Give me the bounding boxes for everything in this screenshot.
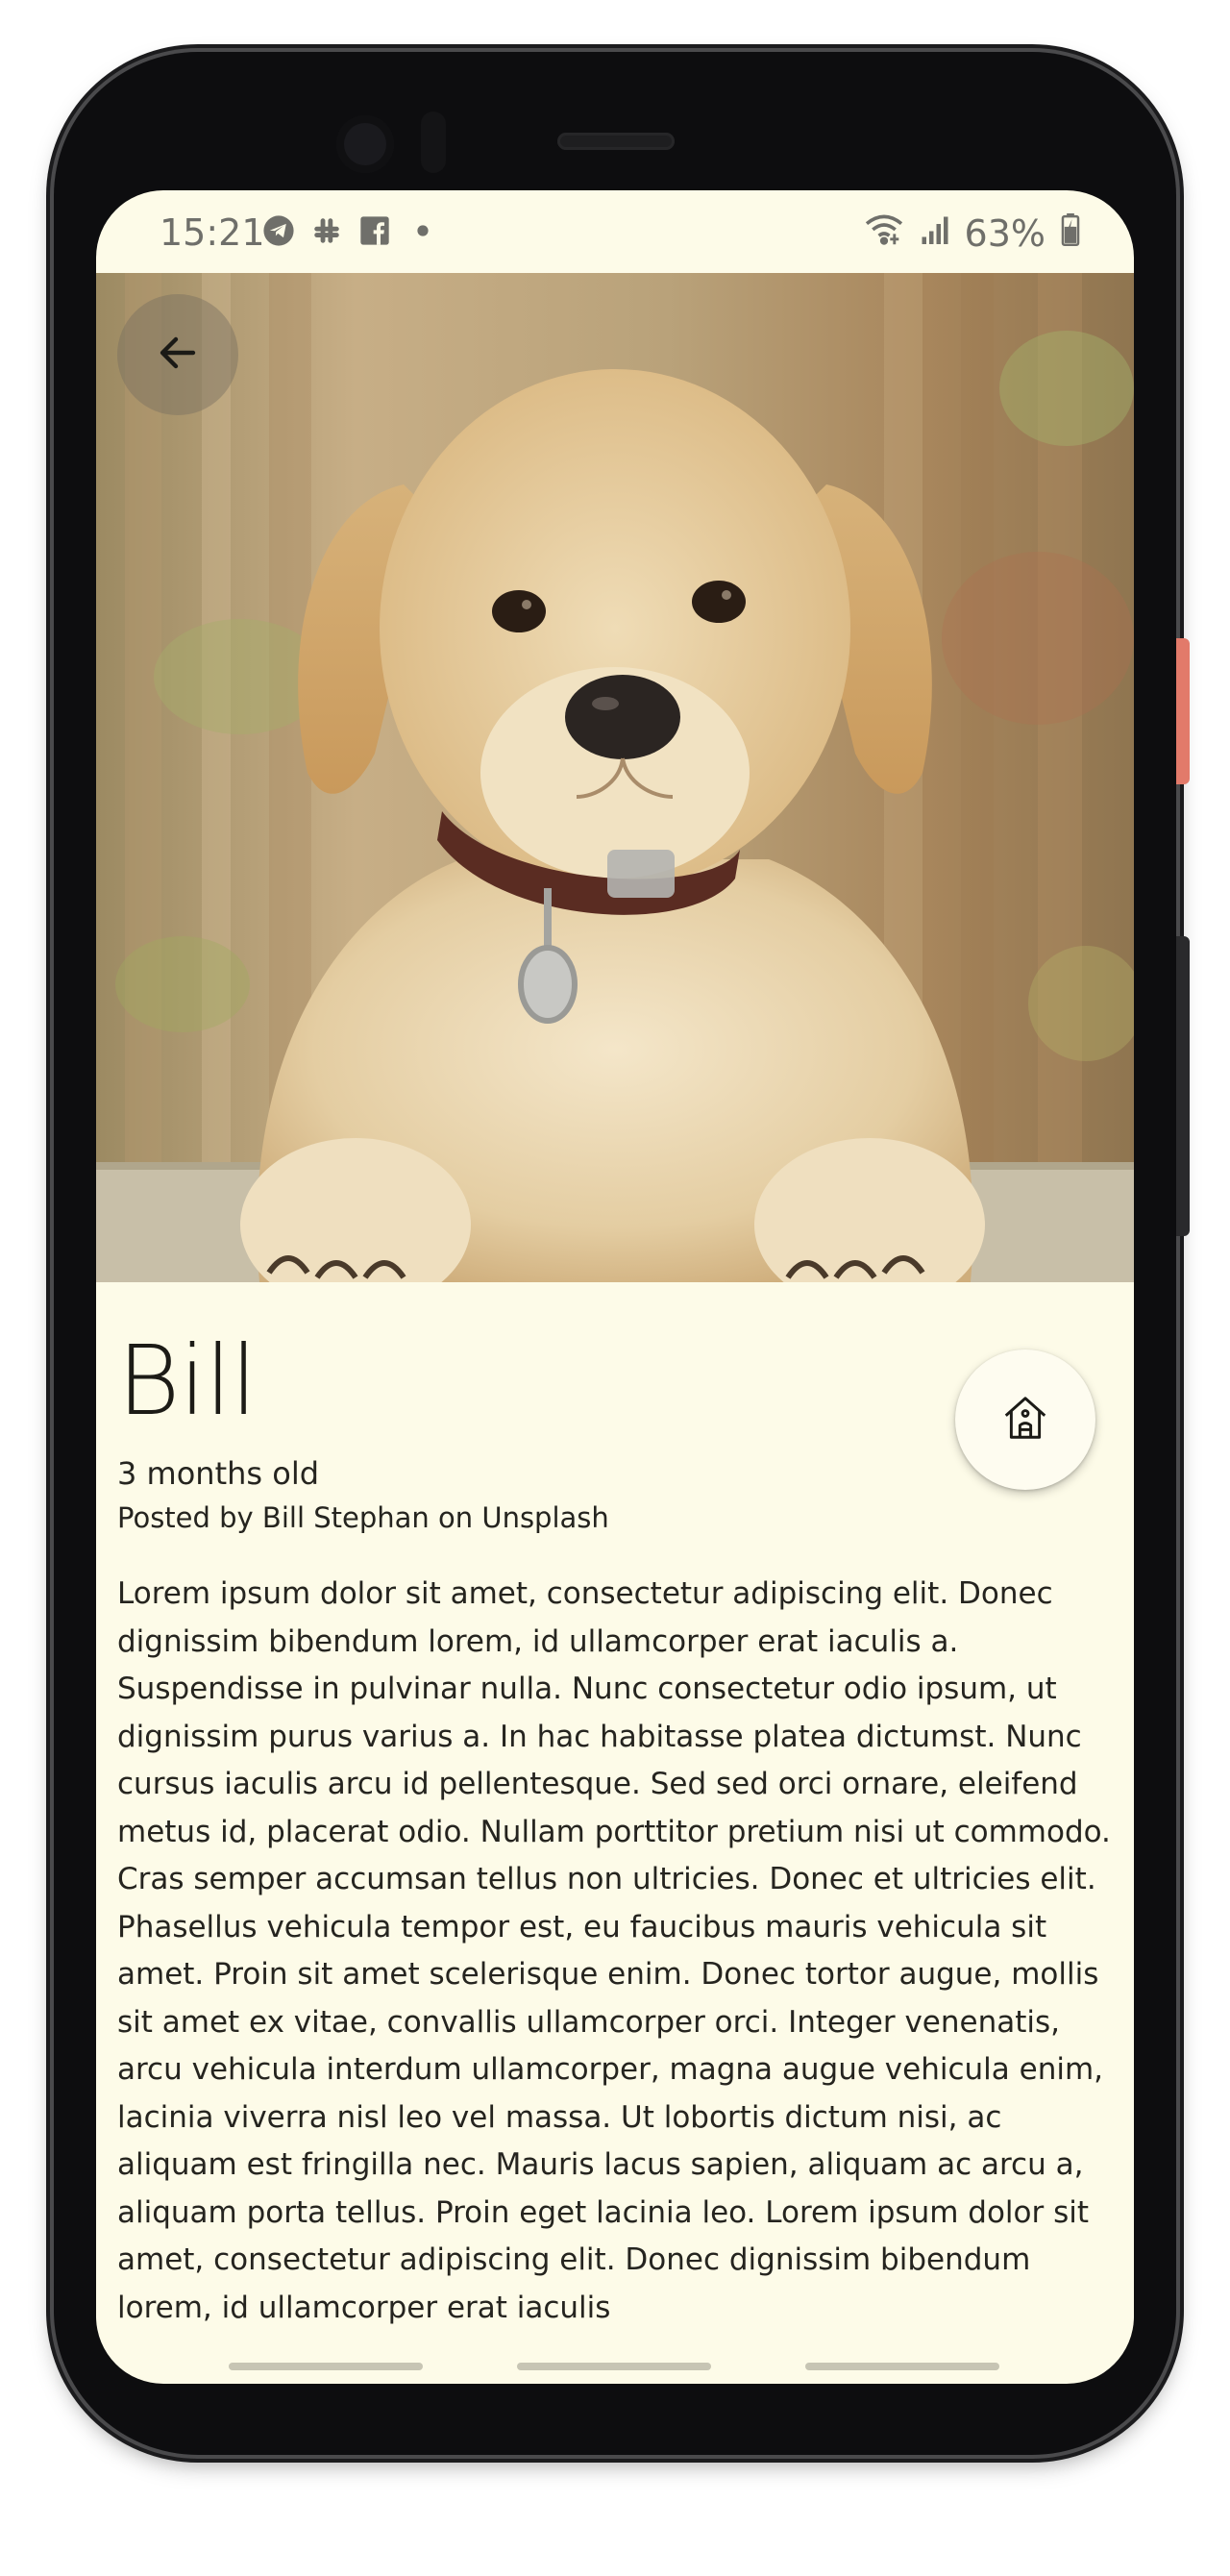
wifi-icon [863,211,905,255]
navigation-gesture-bar [96,2363,1134,2374]
power-button [1176,638,1190,784]
gesture-segment [805,2363,999,2370]
notification-icons [261,213,440,248]
dot-icon [406,213,440,248]
facebook-icon [357,213,392,248]
proximity-sensor [421,111,446,173]
adopt-button[interactable] [955,1350,1095,1490]
gesture-segment[interactable] [517,2363,711,2370]
pet-details: Bill 3 months old Posted by Bill Stephan… [96,1282,1134,2384]
earpiece-speaker [557,133,675,150]
status-bar: 15:21 63% [96,190,1134,273]
arrow-back-icon [155,330,201,380]
telegram-icon [261,213,296,248]
pet-description: Lorem ipsum dolor sit amet, consectetur … [117,1576,1111,2325]
volume-button [1176,936,1190,1236]
app-screen: 15:21 63% Bill 3 months old Posted by Bi… [96,190,1134,2384]
battery-icon [1061,212,1080,255]
status-time: 15:21 [160,211,265,254]
gesture-segment [229,2363,423,2370]
slack-icon [309,213,344,248]
pet-photo [96,273,1134,1282]
signal-icon [921,212,949,255]
house-icon [999,1392,1051,1448]
photo-credit: Posted by Bill Stephan on Unsplash [117,1501,609,1534]
battery-percent: 63% [964,211,1046,255]
puppy-photo [96,273,1134,1282]
back-button[interactable] [117,294,238,415]
front-camera [336,115,394,173]
system-status-icons: 63% [863,211,1080,255]
pet-age: 3 months old [117,1455,320,1492]
pet-name: Bill [117,1325,258,1437]
